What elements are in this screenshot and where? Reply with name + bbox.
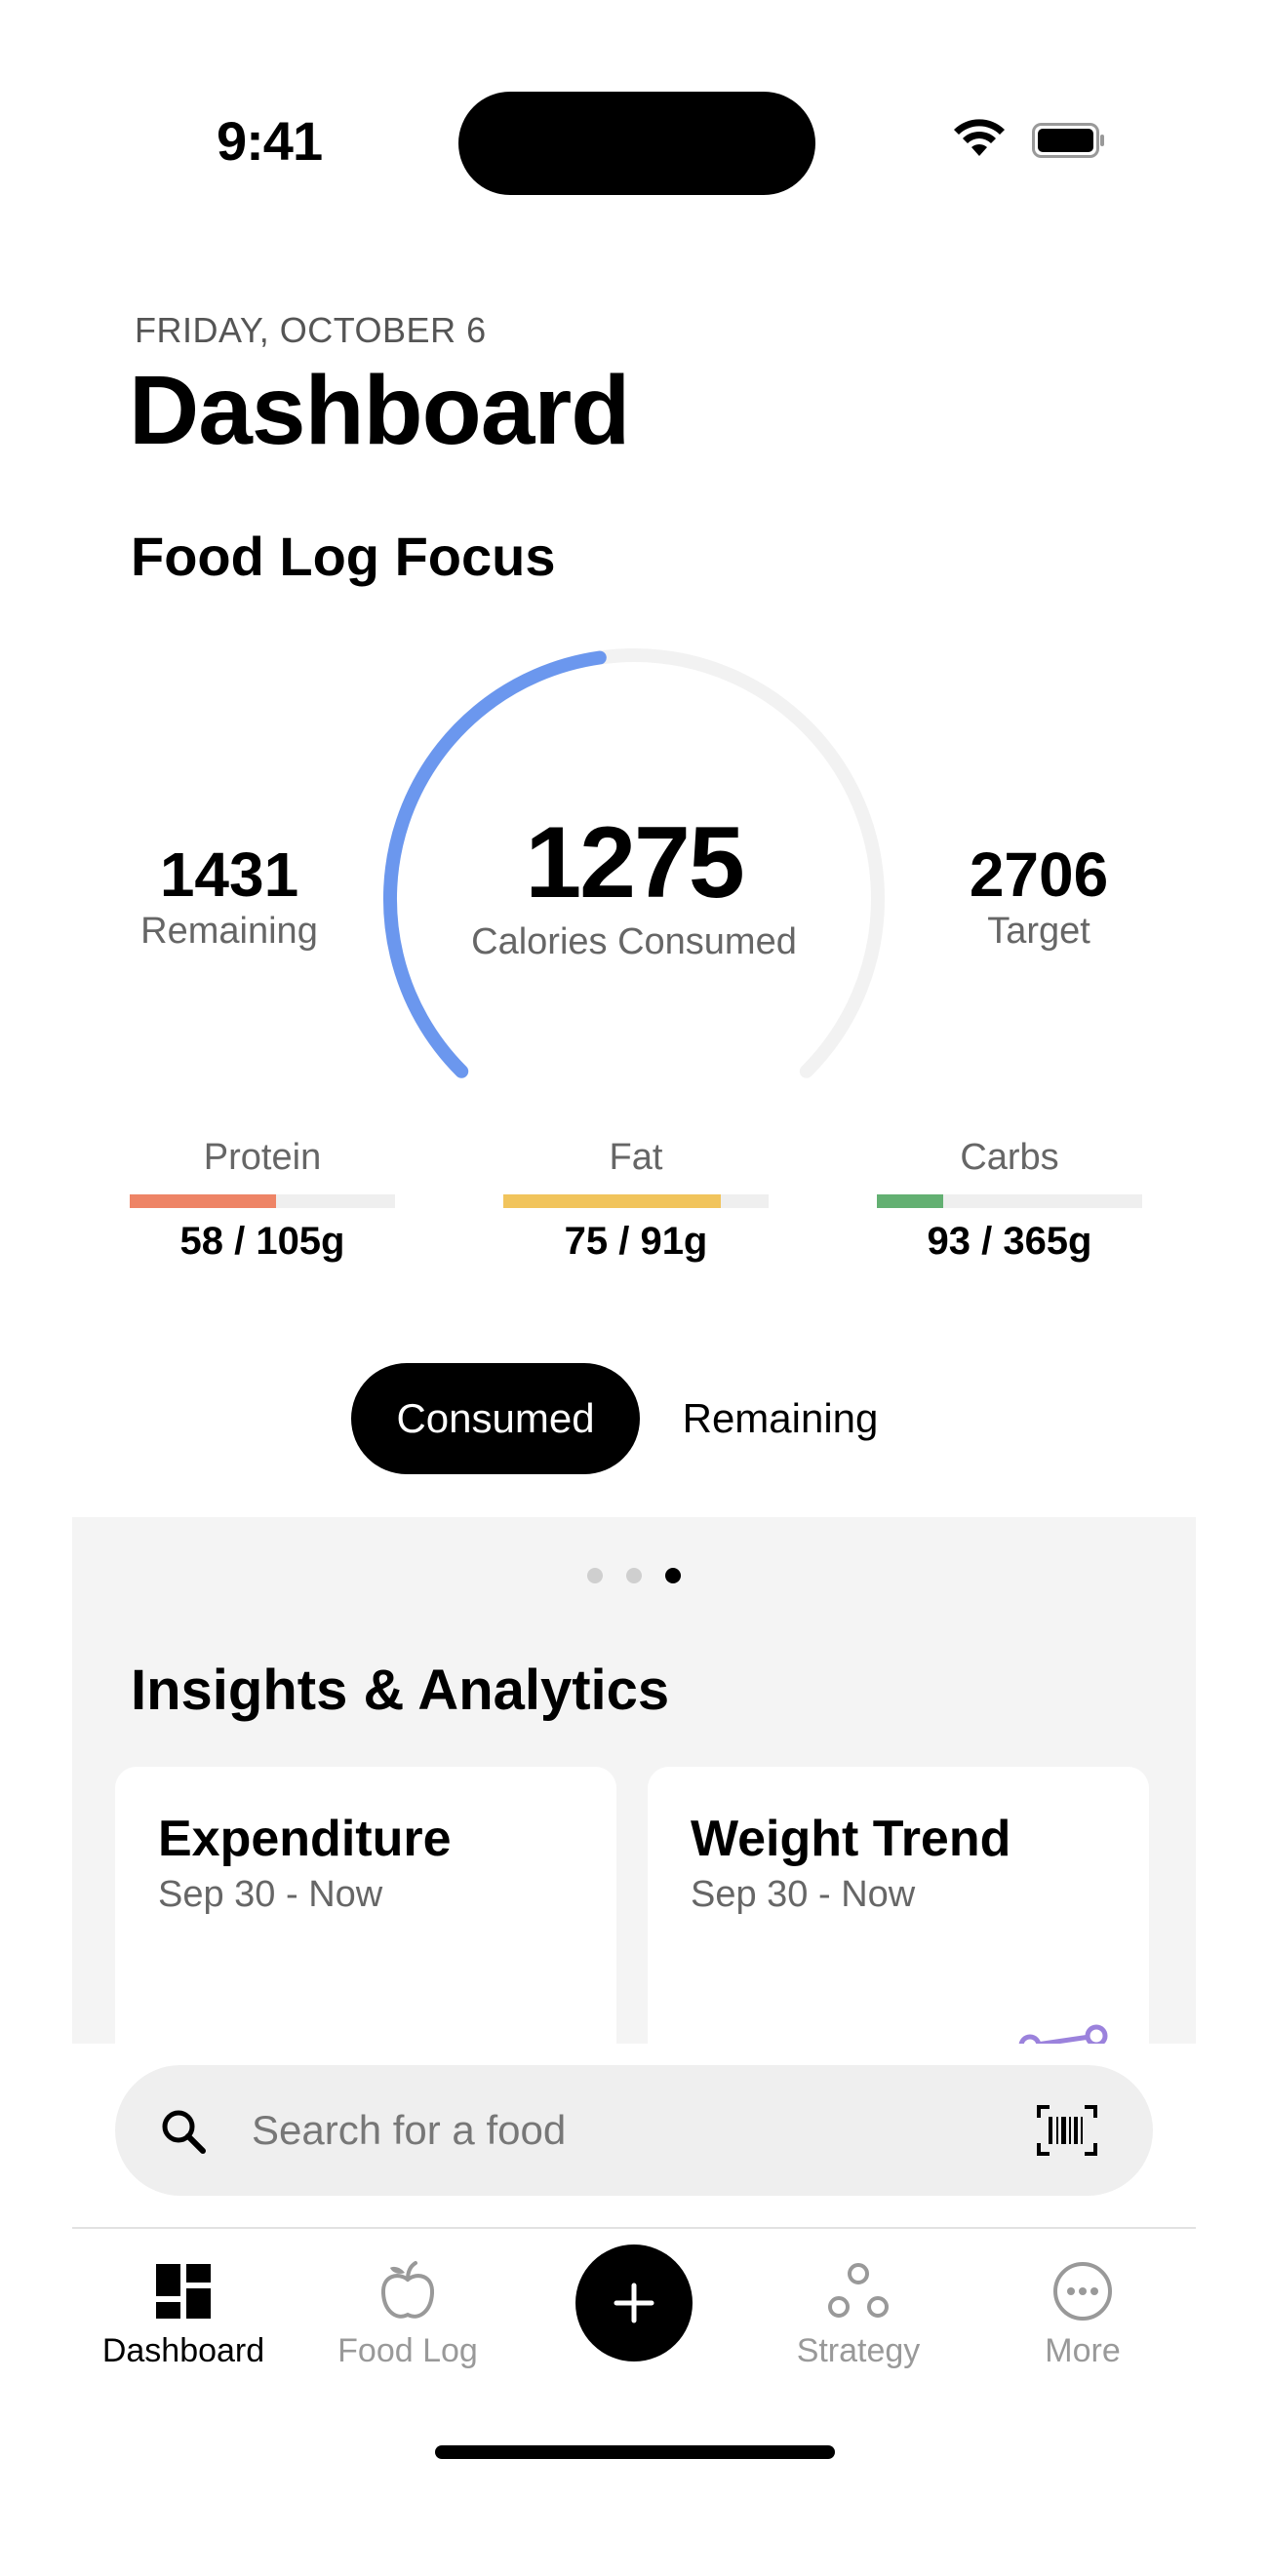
expenditure-sparkline	[115, 1767, 616, 2044]
target-label: Target	[987, 911, 1090, 952]
food-search-input[interactable]	[252, 2098, 993, 2163]
battery-icon	[1032, 123, 1106, 163]
search-icon	[162, 2110, 206, 2154]
macro-label: Carbs	[960, 1137, 1059, 1178]
home-indicator	[435, 2445, 835, 2459]
consumed-calories: 1275 Calories Consumed	[419, 805, 849, 963]
weight-point	[1018, 2034, 1042, 2044]
status-bar-time: 9:41	[217, 110, 323, 172]
insights-panel[interactable]: Insights & Analytics Expenditure Sep 30 …	[72, 1517, 1196, 2044]
target-calories: 2706 Target	[927, 839, 1151, 953]
page-dot[interactable]	[587, 1568, 603, 1583]
apple-icon	[381, 2261, 434, 2319]
macro-progress-track	[130, 1194, 395, 1208]
tab-label: Dashboard	[101, 2332, 265, 2369]
consumed-value: 1275	[525, 806, 744, 919]
macro-progress-track	[877, 1194, 1142, 1208]
tab-food-log[interactable]: Food Log	[310, 2254, 505, 2370]
tab-label: Food Log	[337, 2332, 478, 2369]
tab-dashboard[interactable]: Dashboard	[86, 2254, 281, 2370]
macro-progress-track	[503, 1194, 769, 1208]
plus-icon	[614, 2283, 654, 2323]
tab-label: More	[1045, 2332, 1121, 2369]
dashboard-icon	[156, 2264, 211, 2319]
macro-progress-fill	[877, 1194, 943, 1208]
remaining-calories: 1431 Remaining	[117, 839, 341, 953]
macro-label: Fat	[609, 1137, 663, 1178]
dynamic-island	[458, 92, 815, 195]
add-button[interactable]	[575, 2244, 693, 2361]
more-icon	[1053, 2262, 1112, 2321]
tab-bar-divider	[72, 2227, 1196, 2229]
macro-protein: Protein 58 / 105g	[130, 1137, 395, 1264]
remaining-value: 1431	[159, 839, 299, 910]
macro-value: 58 / 105g	[179, 1220, 345, 1263]
macro-label: Protein	[203, 1137, 322, 1178]
page-title: Dashboard	[129, 356, 630, 465]
barcode-scanner-icon[interactable]	[1036, 2104, 1098, 2157]
macro-value: 75 / 91g	[564, 1220, 708, 1263]
date-label: FRIDAY, OCTOBER 6	[135, 310, 487, 350]
weight-trend-card[interactable]: Weight Trend Sep 30 - Now	[648, 1767, 1149, 2044]
strategy-icon	[828, 2263, 889, 2318]
weight-trend-sparkline	[1018, 2024, 1108, 2044]
page-dot[interactable]	[626, 1568, 642, 1583]
segment-remaining[interactable]: Remaining	[663, 1363, 897, 1474]
tab-label: Strategy	[796, 2332, 921, 2369]
remaining-label: Remaining	[140, 911, 318, 952]
expenditure-card[interactable]: Expenditure Sep 30 - Now	[115, 1767, 616, 2044]
food-log-focus-title: Food Log Focus	[131, 526, 556, 587]
food-search-bar[interactable]	[115, 2065, 1153, 2196]
macro-fat: Fat 75 / 91g	[503, 1137, 769, 1264]
consumed-label: Calories Consumed	[471, 921, 797, 962]
weight-point	[1085, 2024, 1108, 2044]
macro-progress-fill	[130, 1194, 276, 1208]
tab-strategy[interactable]: Strategy	[761, 2254, 956, 2370]
macro-progress-fill	[503, 1194, 722, 1208]
insights-title: Insights & Analytics	[131, 1659, 670, 1722]
page-dot-active[interactable]	[665, 1568, 681, 1583]
macro-carbs: Carbs 93 / 365g	[877, 1137, 1142, 1264]
wifi-icon	[952, 117, 1007, 163]
target-value: 2706	[969, 839, 1109, 910]
tab-more[interactable]: More	[985, 2254, 1180, 2370]
macro-value: 93 / 365g	[927, 1220, 1092, 1263]
segment-consumed[interactable]: Consumed	[351, 1363, 640, 1474]
